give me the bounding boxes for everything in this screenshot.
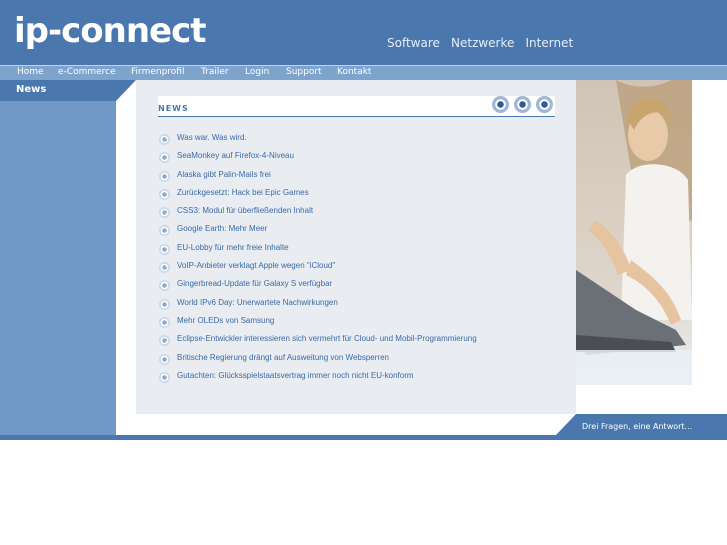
sidebar [0,80,116,435]
footer-tab-link[interactable]: Drei Fragen, eine Antwort... [582,422,692,431]
news-list-item[interactable]: Britische Regierung drängt auf Ausweitun… [158,352,558,370]
circle-bullet-icon [159,243,170,255]
photo-illustration [576,80,692,385]
tagline-word: Software [387,36,440,50]
news-list-item[interactable]: Eclipse-Entwickler interessieren sich ve… [158,333,558,351]
circle-bullet-icon [159,152,170,164]
circle-nav-icon[interactable] [514,96,531,113]
circle-bullet-icon [159,207,170,219]
news-list-item[interactable]: World IPv6 Day: Unerwartete Nachwirkunge… [158,297,558,315]
news-list-item[interactable]: Gingerbread-Update für Galaxy S verfügba… [158,278,558,296]
circle-bullet-icon [159,170,170,182]
nav-item-home[interactable]: Home [17,67,44,77]
news-list-item[interactable]: Mehr OLEDs von Samsung [158,315,558,333]
news-link[interactable]: Was war. Was wird. [177,133,247,142]
tagline: Software Netzwerke Internet [387,32,579,50]
footer-bar [0,435,727,440]
woman-laptop-photo [576,80,692,385]
tagline-word: Netzwerke [451,36,515,50]
circle-bullet-icon [159,316,170,328]
news-link[interactable]: Alaska gibt Palin-Mails frei [177,170,271,179]
news-list-item[interactable]: EU-Lobby für mehr freie Inhalte [158,242,558,260]
news-list-item[interactable]: Was war. Was wird. [158,132,558,150]
circle-bullet-icon [159,371,170,383]
circle-nav-icon[interactable] [536,96,553,113]
news-link[interactable]: World IPv6 Day: Unerwartete Nachwirkunge… [177,298,338,307]
main-nav: Home e-Commerce Firmenprofil Trailer Log… [0,65,727,80]
nav-item-kontakt[interactable]: Kontakt [337,67,371,77]
circle-nav-icon[interactable] [492,96,509,113]
news-link[interactable]: VoIP-Anbieter verklagt Apple wegen "iClo… [177,261,335,270]
circle-bullet-icon [159,188,170,200]
news-link[interactable]: Gutachten: Glücksspielstaatsvertrag imme… [177,371,414,380]
right-margin [692,80,727,414]
news-link[interactable]: Britische Regierung drängt auf Ausweitun… [177,353,389,362]
news-link[interactable]: EU-Lobby für mehr freie Inhalte [177,243,289,252]
news-link[interactable]: CSS3: Modul für überfließenden Inhalt [177,206,313,215]
news-list-item[interactable]: Zurückgesetzt: Hack bei Epic Games [158,187,558,205]
site-header: ip-connect Software Netzwerke Internet [0,0,727,65]
news-link[interactable]: Gingerbread-Update für Galaxy S verfügba… [177,279,332,288]
circle-bullet-icon [159,225,170,237]
tagline-word: Internet [525,36,574,50]
news-list-item[interactable]: SeaMonkey auf Firefox-4-Niveau [158,150,558,168]
news-list-item[interactable]: Alaska gibt Palin-Mails frei [158,169,558,187]
circle-bullet-icon [159,298,170,310]
circle-bullet-icon [159,335,170,347]
news-list: Was war. Was wird. SeaMonkey auf Firefox-… [158,132,558,388]
circle-bullet-icon [159,262,170,274]
news-link[interactable]: SeaMonkey auf Firefox-4-Niveau [177,151,294,160]
news-title: NEWS [158,104,189,113]
news-list-item[interactable]: CSS3: Modul für überfließenden Inhalt [158,205,558,223]
news-list-item[interactable]: Google Earth: Mehr Meer [158,223,558,241]
nav-item-support[interactable]: Support [286,67,322,77]
circle-bullet-icon [159,280,170,292]
news-link[interactable]: Google Earth: Mehr Meer [177,224,267,233]
nav-item-firmenprofil[interactable]: Firmenprofil [131,67,184,77]
news-list-item[interactable]: VoIP-Anbieter verklagt Apple wegen "iClo… [158,260,558,278]
sidebar-item-news[interactable]: News [16,84,46,95]
news-header: NEWS [158,96,555,117]
nav-item-login[interactable]: Login [245,67,269,77]
news-link[interactable]: Zurückgesetzt: Hack bei Epic Games [177,188,309,197]
circle-bullet-icon [159,353,170,365]
news-link[interactable]: Eclipse-Entwickler interessieren sich ve… [177,334,477,343]
nav-item-ecommerce[interactable]: e-Commerce [58,67,116,77]
nav-item-trailer[interactable]: Trailer [201,67,229,77]
news-list-item[interactable]: Gutachten: Glücksspielstaatsvertrag imme… [158,370,558,388]
circle-bullet-icon [159,134,170,145]
news-link[interactable]: Mehr OLEDs von Samsung [177,316,274,325]
site-logo[interactable]: ip-connect [14,8,206,54]
